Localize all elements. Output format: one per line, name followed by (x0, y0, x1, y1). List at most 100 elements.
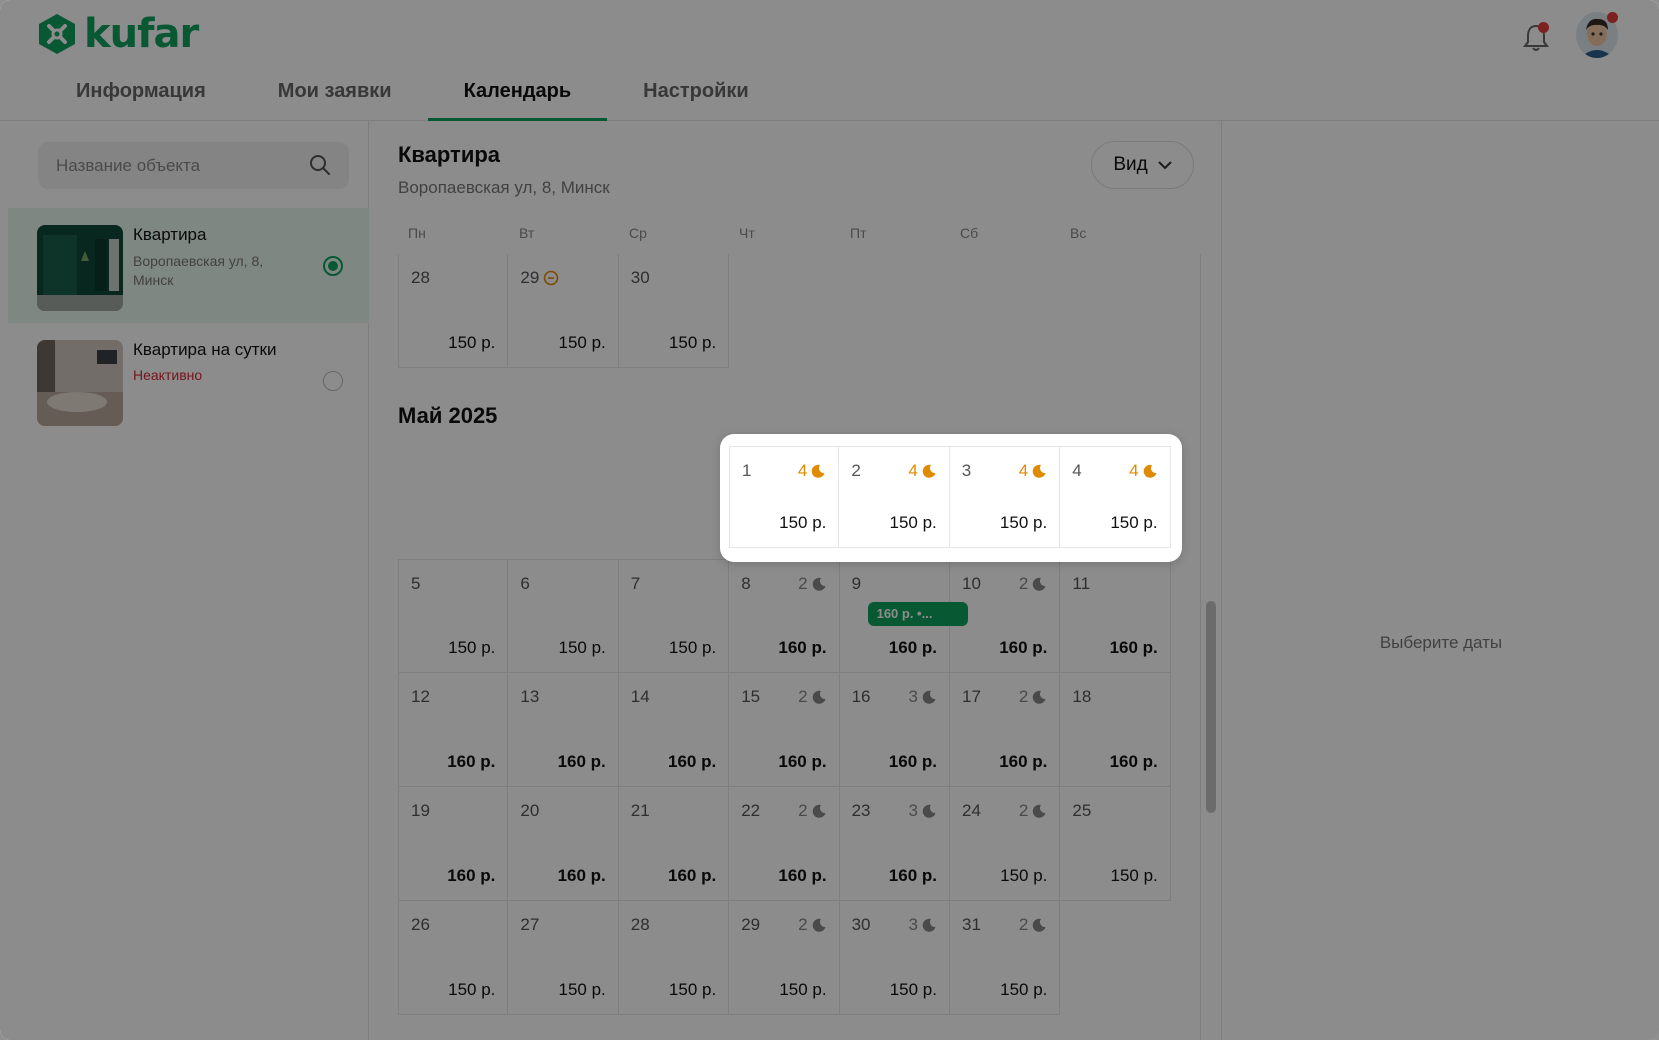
day-price: 150 р. (1000, 866, 1048, 885)
tab-settings[interactable]: Настройки (607, 72, 785, 121)
scrollbar-thumb[interactable] (1206, 601, 1216, 813)
day-number: 10 (962, 574, 981, 593)
property-item-daily-apartment[interactable]: Квартира на сутки Неактивно (8, 323, 369, 438)
day-price: 150 р. (668, 333, 717, 352)
day-cell[interactable]: 15 2 160 р. (729, 673, 840, 787)
property-radio-selected[interactable] (323, 256, 343, 276)
moon-icon (812, 804, 826, 818)
day-number: 30 (630, 268, 650, 287)
day-cell[interactable]: 2 4 150 р. (839, 446, 950, 548)
day-cell[interactable]: 17 2 160 р. (950, 673, 1061, 787)
tab-my-requests[interactable]: Мои заявки (242, 72, 428, 121)
search-icon[interactable] (309, 154, 331, 176)
day-cell[interactable]: 28 150 р. (618, 901, 730, 1015)
moon-icon (812, 690, 826, 704)
property-radio[interactable] (323, 371, 343, 391)
moon-icon (812, 577, 826, 591)
nights-count: 2 (1018, 915, 1029, 934)
day-price: 160 р. (888, 752, 937, 771)
property-address: Воропаевская ул, 8, Минск (133, 253, 264, 288)
day-cell[interactable]: 28 150 р. (398, 254, 509, 368)
booking-details-panel: Выберите даты (1221, 121, 1659, 1040)
nights-count: 2 (798, 687, 808, 706)
day-cell[interactable]: 25 150 р. (1060, 787, 1171, 901)
day-cell[interactable]: 30 3 150 р. (839, 901, 950, 1015)
logo-text: kufar (84, 11, 199, 57)
day-cell[interactable]: 3 4 150 р. (949, 446, 1061, 548)
day-number: 6 (520, 574, 530, 593)
day-cell[interactable]: 11 160 р. (1060, 559, 1171, 673)
day-number: 5 (411, 574, 421, 593)
moon-icon (1033, 804, 1046, 818)
day-number: 30 (851, 915, 871, 934)
day-cell[interactable]: 13 160 р. (508, 673, 619, 787)
nights-indicator: 2 (798, 915, 826, 935)
day-cell[interactable]: 12 160 р. (398, 673, 509, 787)
day-price: 150 р. (558, 980, 606, 999)
day-cell[interactable]: 5 150 р. (398, 559, 509, 673)
chevron-down-icon (1157, 160, 1172, 169)
tab-info[interactable]: Информация (40, 72, 242, 121)
weekday-wed: Ср (629, 225, 647, 241)
kufar-logo[interactable]: kufar (36, 11, 199, 57)
nights-indicator: 2 (1019, 687, 1047, 707)
day-cell[interactable]: 7 150 р. (618, 559, 730, 673)
day-cell[interactable]: 1 4 150 р. (729, 446, 840, 548)
weekday-sat: Сб (960, 225, 979, 241)
day-price: 160 р. (667, 866, 717, 885)
day-cell[interactable]: 21 160 р. (618, 787, 730, 901)
day-cell[interactable]: 16 3 160 р. (839, 673, 950, 787)
nights-indicator: 2 (798, 801, 826, 821)
nights-count: 4 (1018, 461, 1029, 480)
moon-icon (1143, 464, 1157, 478)
property-item-apartment[interactable]: Квартира Воропаевская ул, 8, Минск (8, 208, 369, 323)
day-price: 160 р. (667, 752, 717, 771)
day-number: 28 (630, 915, 650, 934)
day-price: 150 р. (668, 638, 717, 657)
month-title: Май 2025 (398, 403, 498, 428)
object-address: Воропаевская ул, 8, Минск (398, 178, 610, 197)
day-price: 150 р. (448, 333, 496, 352)
day-cell[interactable]: 6 150 р. (508, 559, 619, 673)
nights-indicator: 4 (908, 461, 936, 481)
moon-icon (1032, 464, 1046, 478)
day-price: 160 р. (999, 752, 1048, 771)
nights-indicator: 2 (1019, 574, 1047, 594)
nights-count: 4 (797, 461, 808, 480)
day-cell[interactable]: 19 160 р. (398, 787, 509, 901)
day-cell[interactable]: 24 2 150 р. (950, 787, 1061, 901)
moon-icon (922, 804, 936, 818)
day-number: 26 (411, 915, 430, 934)
day-cell[interactable]: 29 150 р. (508, 254, 619, 368)
day-number: 17 (962, 687, 981, 706)
day-cell[interactable]: 18 160 р. (1060, 673, 1171, 787)
day-number: 25 (1072, 801, 1092, 820)
nights-count: 2 (1018, 687, 1029, 706)
search-input[interactable] (56, 142, 306, 189)
day-cell[interactable]: 14 160 р. (618, 673, 730, 787)
weekday-header: Пн Вт Ср Чт Пт Сб Вс (398, 225, 1171, 245)
day-number: 27 (520, 915, 540, 934)
day-cell[interactable]: 20 160 р. (508, 787, 619, 901)
day-cell[interactable]: 26 150 р. (398, 901, 509, 1015)
booking-badge[interactable]: 160 р. •... (867, 602, 968, 626)
view-button-label: Вид (1113, 154, 1148, 175)
day-cell[interactable]: 9 160 р. •... 160 р. (839, 559, 968, 673)
day-price: 160 р. (1109, 638, 1158, 657)
day-number: 31 (962, 915, 981, 934)
day-number: 18 (1072, 687, 1092, 706)
object-title: Квартира (398, 142, 501, 167)
day-cell[interactable]: 4 4 150 р. (1060, 446, 1171, 548)
tab-calendar[interactable]: Календарь (427, 72, 608, 121)
day-number: 20 (520, 801, 540, 820)
day-cell[interactable]: 29 2 150 р. (729, 901, 840, 1015)
day-cell[interactable]: 22 2 160 р. (729, 787, 840, 901)
day-cell[interactable]: 31 2 150 р. (950, 901, 1061, 1015)
day-cell[interactable]: 8 2 160 р. (729, 559, 840, 673)
day-cell[interactable]: 30 150 р. (618, 254, 730, 368)
view-dropdown-button[interactable]: Вид (1091, 141, 1194, 189)
nights-count: 2 (1018, 801, 1029, 820)
day-cell[interactable]: 27 150 р. (508, 901, 619, 1015)
day-cell[interactable]: 23 3 160 р. (839, 787, 950, 901)
nights-indicator: 2 (798, 574, 826, 594)
